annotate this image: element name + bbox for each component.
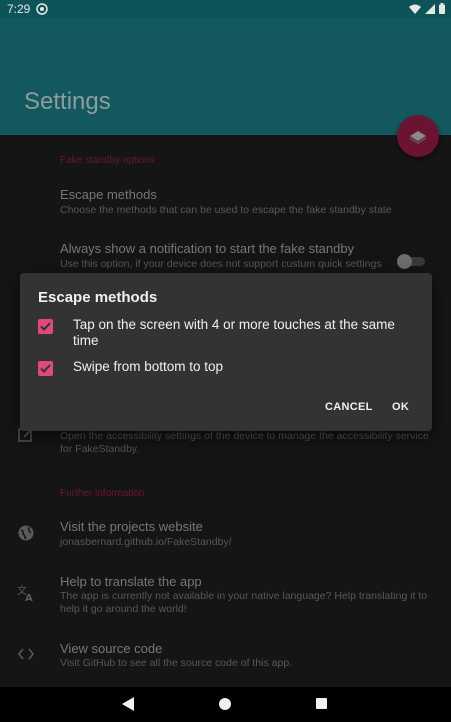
pref-translate-summary: The app is currently not available in yo…: [60, 590, 428, 615]
option-label: Swipe from bottom to top: [73, 359, 224, 374]
pref-accessibility-summary: Open the accessibility settings of the d…: [60, 430, 429, 455]
signal-icon: [425, 3, 435, 14]
escape-methods-dialog: Escape methods Tap on the screen with 4 …: [20, 273, 432, 431]
pref-notification-title: Always show a notification to start the …: [60, 241, 355, 256]
option-swipe-bottom-top[interactable]: Swipe from bottom to top: [38, 359, 413, 376]
category-fake-standby: Fake standby options: [60, 155, 156, 166]
checkbox-swipe-bottom-top[interactable]: [38, 361, 53, 376]
check-icon: [40, 322, 51, 331]
status-time: 7:29: [7, 2, 31, 16]
recents-icon[interactable]: [316, 698, 327, 709]
globe-icon: [18, 525, 34, 541]
check-icon: [40, 364, 51, 373]
pref-website-title: Visit the projects website: [60, 519, 203, 534]
layers-icon: [409, 131, 427, 144]
wifi-icon: [409, 4, 421, 14]
battery-icon: [439, 3, 445, 14]
status-bar: 7:29: [0, 0, 451, 18]
svg-text:A: A: [25, 593, 33, 602]
pref-notification-summary: Use this option, if your device does not…: [60, 258, 382, 270]
start-standby-fab[interactable]: [397, 115, 439, 157]
notification-app-icon: [36, 3, 48, 15]
ok-button[interactable]: OK: [392, 401, 409, 413]
app-bar: Settings: [0, 18, 451, 135]
code-icon: [17, 648, 35, 660]
back-icon[interactable]: [122, 697, 134, 711]
pref-source-title: View source code: [60, 641, 163, 656]
pref-source-summary: Visit GitHub to see all the source code …: [60, 657, 293, 669]
home-icon[interactable]: [219, 698, 231, 710]
dialog-title: Escape methods: [38, 289, 158, 306]
status-icons: [409, 3, 445, 14]
option-tap-touches[interactable]: Tap on the screen with 4 or more touches…: [38, 317, 413, 349]
cancel-button[interactable]: CANCEL: [325, 401, 373, 413]
navigation-bar: [0, 687, 451, 722]
checkbox-tap-touches[interactable]: [38, 319, 53, 334]
switch-thumb: [397, 254, 412, 269]
page-title: Settings: [24, 88, 111, 115]
pref-escape-methods-summary: Choose the methods that can be used to e…: [60, 204, 392, 216]
translate-icon: 文 A: [17, 584, 33, 602]
category-further-info: Further information: [60, 488, 145, 499]
option-label: Tap on the screen with 4 or more touches…: [73, 317, 395, 348]
pref-escape-methods-title: Escape methods: [60, 187, 157, 202]
pref-website-summary: jonasbernard.github.io/FakeStandby/: [60, 536, 232, 548]
pref-translate-title: Help to translate the app: [60, 574, 202, 589]
notification-switch[interactable]: [397, 254, 427, 269]
